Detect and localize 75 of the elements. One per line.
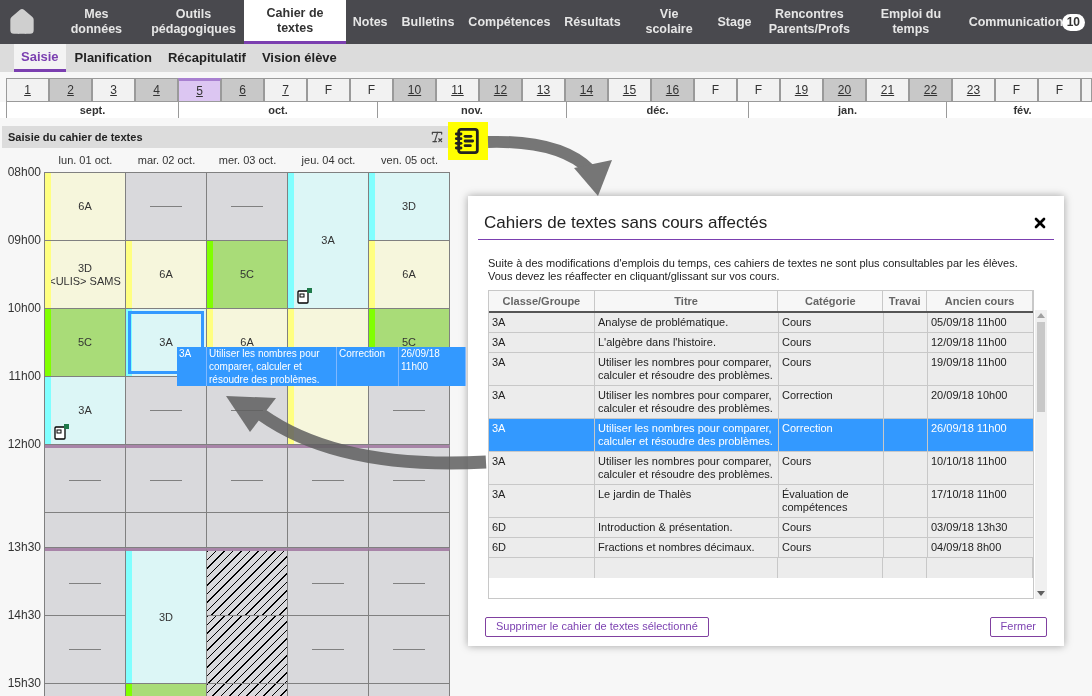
course-label: 3A: [159, 336, 173, 349]
table-cell-text: 19/09/18 11h00: [931, 355, 1008, 369]
course-label: 3A: [321, 234, 335, 247]
table-cell-text: 17/10/18 11h00: [931, 487, 1008, 501]
month-label: fév.: [946, 102, 1092, 118]
table-cell-text: 20/09/18 10h00: [931, 388, 1009, 402]
table-cell-text: 3A: [492, 454, 507, 468]
table-cell-text: 3A: [492, 388, 507, 402]
table-cell-text: Correction: [782, 421, 834, 435]
course-label: 5C: [77, 336, 93, 349]
table-cell-text: Utiliser les nombres pour comparer, calculer et résoudre des problèmes.: [598, 388, 774, 415]
course-label: 6A: [402, 268, 416, 281]
month-label: sept.: [6, 102, 178, 118]
table-cell-text: L'algèbre dans l'histoire.: [598, 335, 717, 349]
course-label: 6A: [240, 336, 254, 349]
table-cell-text: 05/09/18 11h00: [931, 315, 1008, 329]
month-label: déc.: [566, 102, 748, 118]
table-cell-text: 04/09/18 8h00: [931, 540, 1003, 554]
table-cell-text: 03/09/18 13h30: [931, 520, 1009, 534]
table-cell-text: 6D: [492, 520, 508, 534]
table-cell-text: Cours: [782, 355, 813, 369]
time-label: 12h00: [6, 437, 42, 451]
table-cell-text: Utiliser les nombres pour comparer, calculer et résoudre des problèmes.: [598, 355, 774, 382]
table-cell-text: 3A: [492, 355, 507, 369]
time-label: 08h00: [6, 165, 42, 179]
time-label: 10h00: [6, 301, 42, 315]
drag-preview-text: 26/09/18 11h00: [401, 347, 441, 373]
dialog-message: Suite à des modifications d'emplois du temps, ces cahiers de textes ne sont plus consultables par les élèves. Vous devez les réaffecter en cliquant/glissant sur vos cours.: [487, 256, 1019, 283]
table-cell-text: Cours: [782, 454, 813, 468]
table-cell-text: Le jardin de Thalès: [598, 487, 693, 501]
count-badge: 10: [1061, 13, 1085, 31]
table-cell-text: Cours: [782, 520, 813, 534]
month-label: nov.: [377, 102, 566, 118]
table-cell-text: 3A: [492, 315, 507, 329]
time-label: 15h30: [6, 676, 42, 690]
table-cell-text: 3A: [492, 421, 507, 435]
table-cell-text: Introduction & présentation.: [598, 520, 734, 534]
day-header: mer. 03 oct.: [217, 152, 278, 168]
course-label: 3D: [401, 200, 417, 213]
table-cell-text: 10/10/18 11h00: [931, 454, 1008, 468]
course-label: 6A: [78, 200, 92, 213]
table-cell-text: Correction: [782, 388, 834, 402]
course-label: 5C: [401, 336, 417, 349]
day-header: jeu. 04 oct.: [300, 152, 357, 168]
course-label: <ULIS> SAMS: [49, 274, 121, 288]
course-label: 3D: [158, 610, 174, 624]
drag-preview-text: 3A: [179, 347, 193, 360]
table-cell-text: Cours: [782, 315, 813, 329]
time-label: 11h00: [7, 369, 42, 383]
course-label: 6A: [159, 268, 173, 281]
table-cell-text: 3A: [492, 487, 507, 501]
course-label: 5C: [239, 268, 255, 281]
time-label: 14h30: [6, 608, 42, 622]
month-label: jan.: [748, 102, 946, 118]
month-label: oct.: [178, 102, 377, 118]
time-label: 09h00: [6, 233, 42, 247]
dialog-title: Cahiers de textes sans cours affectés: [484, 212, 768, 234]
table-cell-text: Utiliser les nombres pour comparer, calculer et résoudre des problèmes.: [598, 454, 774, 481]
table-cell-text: 3A: [492, 335, 507, 349]
day-header: mar. 02 oct.: [136, 152, 197, 168]
table-cell-text: 6D: [492, 540, 508, 554]
day-header: lun. 01 oct.: [57, 152, 114, 168]
day-header: ven. 05 oct.: [380, 152, 439, 168]
table-cell-text: Cours: [782, 335, 813, 349]
table-cell-text: Utiliser les nombres pour comparer, calculer et résoudre des problèmes.: [598, 421, 774, 448]
course-label: 3D: [77, 261, 93, 275]
course-label: 3A: [78, 404, 92, 417]
time-label: 13h30: [6, 540, 42, 554]
table-cell-text: Analyse de problématique.: [598, 315, 730, 329]
table-cell-text: Évaluation de compétences: [782, 487, 850, 514]
table-cell-text: 26/09/18 11h00: [931, 421, 1008, 435]
table-cell-text: Cours: [782, 540, 813, 554]
panel-title: Saisie du cahier de textes: [8, 129, 143, 145]
table-cell-text: Fractions et nombres décimaux.: [598, 540, 756, 554]
table-cell-text: 12/09/18 11h00: [931, 335, 1008, 349]
